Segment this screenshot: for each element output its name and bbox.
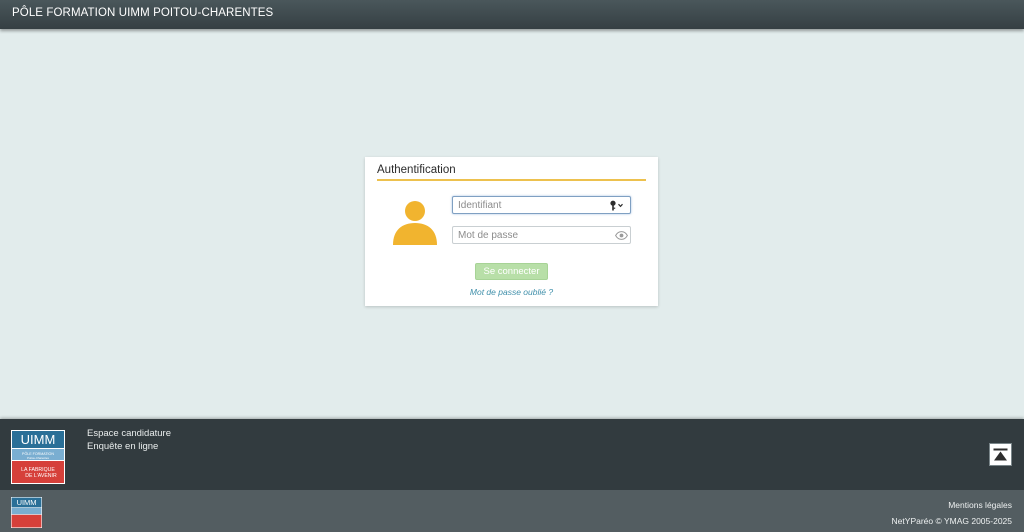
title-underline: [377, 179, 646, 181]
arrow-up-to-bar-icon: [993, 448, 1008, 461]
scroll-to-top-button[interactable]: [989, 443, 1012, 466]
user-silhouette-icon: [393, 201, 437, 245]
forgot-password-link[interactable]: Mot de passe oublié ?: [365, 287, 658, 297]
uimm-logo-small: UIMM: [11, 497, 42, 528]
footer-bottom: UIMM Mentions légales NetYParéo © YMAG 2…: [0, 490, 1024, 532]
legal-notice-link[interactable]: Mentions légales: [948, 500, 1012, 510]
logo-brand: UIMM: [21, 432, 56, 447]
app-header: PÔLE FORMATION UIMM POITOU-CHARENTES: [0, 0, 1024, 29]
identifier-input[interactable]: [453, 197, 630, 213]
login-title: Authentification: [377, 164, 456, 176]
key-dropdown-icon[interactable]: [607, 199, 627, 212]
logo-tagline2: DE L'AVENIR: [25, 473, 57, 479]
login-button[interactable]: Se connecter: [475, 263, 548, 280]
footer-links: Espace candidature Enquête en ligne: [87, 428, 171, 453]
password-field[interactable]: [452, 226, 631, 244]
identifier-field[interactable]: [452, 196, 631, 214]
logo-small-brand: UIMM: [17, 498, 37, 507]
site-title: PÔLE FORMATION UIMM POITOU-CHARENTES: [12, 7, 274, 19]
eye-icon[interactable]: [611, 229, 631, 242]
copyright-text: NetYParéo © YMAG 2005-2025: [891, 516, 1012, 526]
uimm-logo: UIMM PÔLE FORMATION Poitou-Charentes LA …: [11, 430, 65, 484]
login-card: Authentification Se connecter Mot de pas…: [365, 157, 658, 306]
password-input[interactable]: [453, 227, 630, 243]
logo-line2: Poitou-Charentes: [27, 456, 49, 460]
link-espace-candidature[interactable]: Espace candidature: [87, 428, 171, 441]
footer-top: UIMM PÔLE FORMATION Poitou-Charentes LA …: [0, 419, 1024, 490]
link-enquete-en-ligne[interactable]: Enquête en ligne: [87, 441, 171, 454]
